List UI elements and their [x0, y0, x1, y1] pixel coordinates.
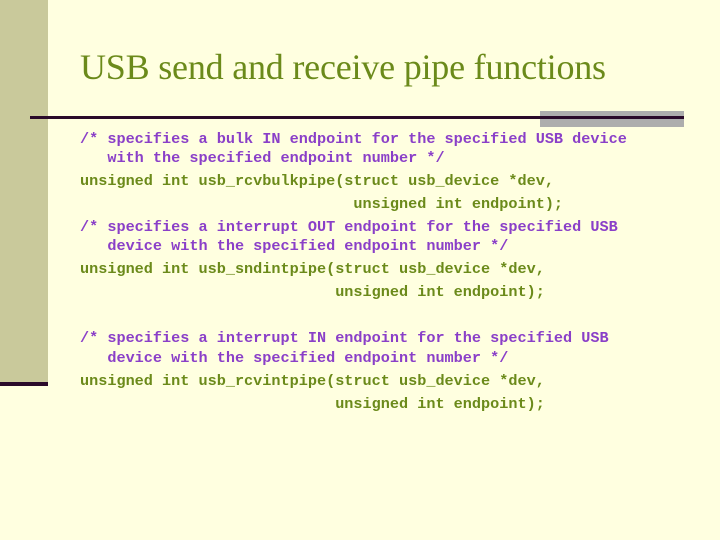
code-comment-line: device with the specified endpoint numbe…: [80, 349, 509, 367]
code-comment-line: /* specifies a interrupt IN endpoint for…: [80, 329, 609, 347]
title-rule-accent: [540, 111, 684, 127]
code-comment-line: /* specifies a bulk IN endpoint for the …: [80, 130, 627, 148]
code-declaration-line: unsigned int endpoint);: [80, 195, 564, 213]
sidebar-foot-bar: [0, 382, 48, 386]
code-declaration-line: unsigned int usb_rcvbulkpipe(struct usb_…: [80, 172, 554, 190]
slide-sidebar-bar: [0, 0, 48, 382]
code-declaration-line: unsigned int usb_sndintpipe(struct usb_d…: [80, 260, 545, 278]
code-comment-line: /* specifies a interrupt OUT endpoint fo…: [80, 218, 618, 236]
slide-title: USB send and receive pipe functions: [80, 47, 606, 87]
code-declaration-line: unsigned int endpoint);: [80, 283, 545, 301]
code-comment-line: device with the specified endpoint numbe…: [80, 237, 509, 255]
code-comment-line: with the specified endpoint number */: [80, 149, 445, 167]
code-declaration-line: unsigned int usb_rcvintpipe(struct usb_d…: [80, 372, 545, 390]
code-listing: /* specifies a bulk IN endpoint for the …: [80, 0, 627, 413]
code-declaration-line: unsigned int endpoint);: [80, 395, 545, 413]
title-rule: [30, 116, 684, 119]
